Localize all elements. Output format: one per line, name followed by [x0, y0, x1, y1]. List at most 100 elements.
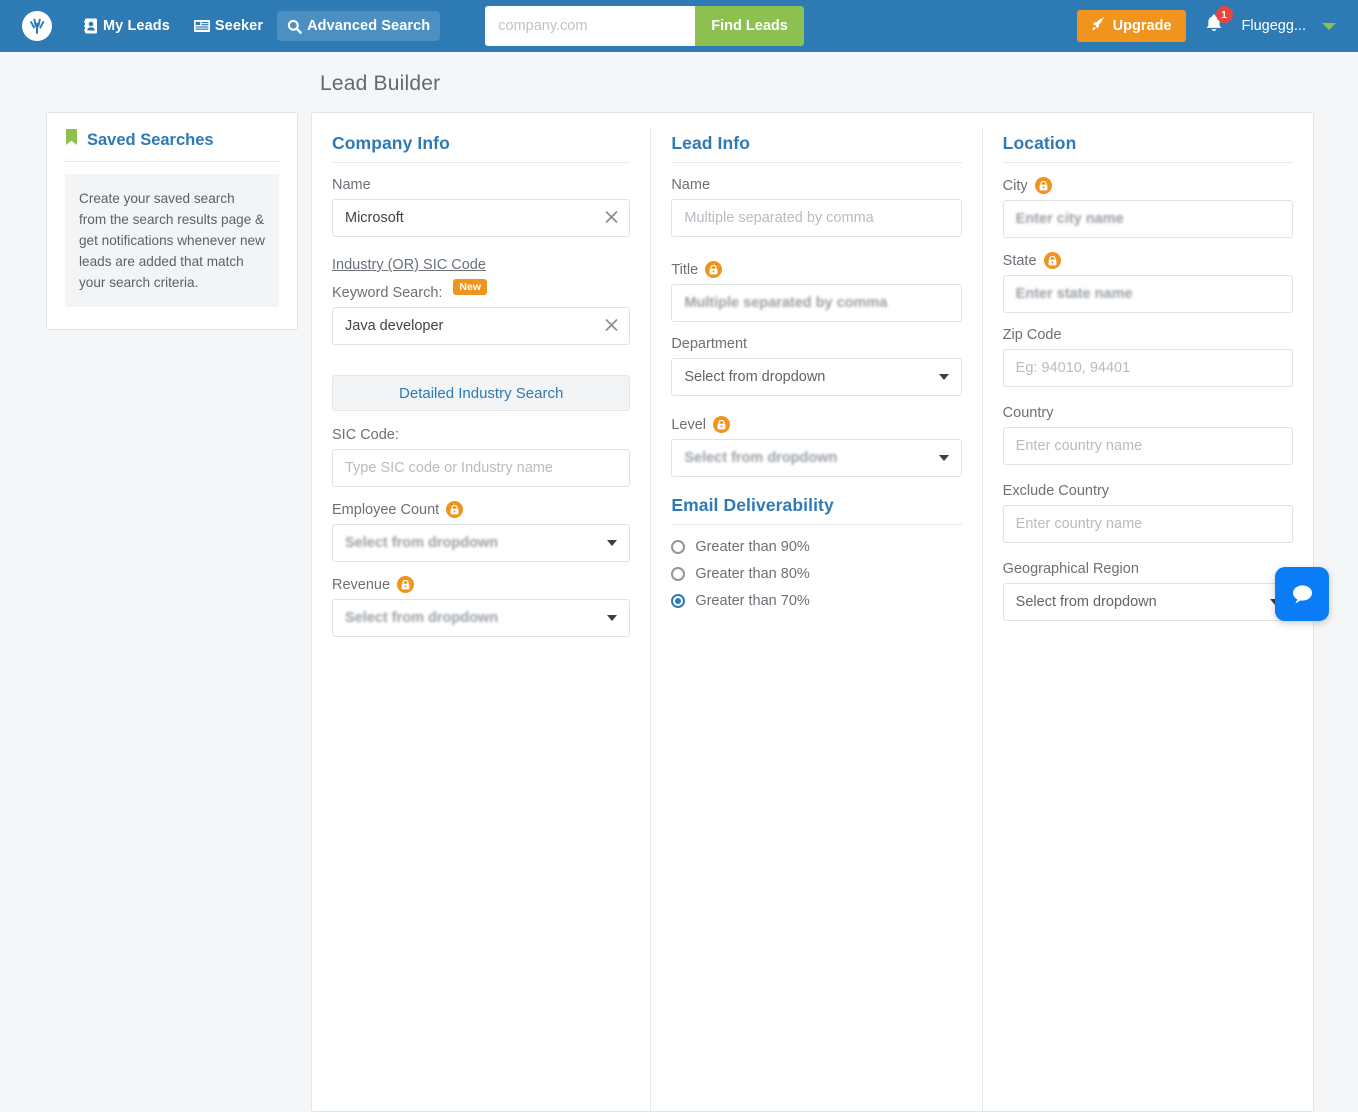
page-title: Lead Builder [320, 72, 441, 95]
revenue-label-row: Revenue [332, 576, 630, 593]
geographical-region-label: Geographical Region [1002, 561, 1139, 577]
employee-count-label-row: Employee Count [332, 501, 630, 518]
country-label: Country [1002, 405, 1054, 421]
upgrade-button[interactable]: Upgrade [1076, 10, 1186, 42]
primary-nav-links: My Leads Seeker Advanced Search [74, 11, 441, 41]
level-field: Level Select from dropdown [671, 416, 962, 477]
app-logo[interactable] [22, 11, 52, 41]
radio-icon [671, 540, 686, 554]
industry-sic-code-link[interactable]: Industry (OR) SIC Code [332, 257, 630, 273]
rocket-icon [1091, 16, 1106, 36]
saved-searches-header: Saved Searches [65, 129, 279, 162]
radio-option-90[interactable]: Greater than 90% [671, 539, 961, 555]
city-input[interactable]: Enter city name [1002, 200, 1294, 238]
email-deliverability-radio-group: Greater than 90% Greater than 80% Greate… [671, 539, 961, 609]
company-name-input[interactable] [332, 199, 631, 237]
department-field: Department Select from dropdown [671, 336, 962, 396]
exclude-country-input[interactable] [1002, 505, 1294, 543]
lead-title-field: Title Multiple separated by comma [671, 261, 962, 322]
user-menu-name[interactable]: Flugegg... [1242, 18, 1307, 34]
revenue-value: Select from dropdown [345, 610, 499, 626]
keyword-search-close-icon[interactable] [605, 318, 618, 335]
department-label: Department [671, 336, 748, 352]
lead-title-placeholder: Multiple separated by comma [684, 295, 888, 311]
company-name-field: Name [332, 177, 631, 237]
nav-item-seeker[interactable]: Seeker [184, 11, 273, 41]
city-field: City Enter city name [1002, 177, 1294, 238]
keyword-search-field: Keyword Search: New [332, 279, 631, 345]
top-navigation-bar: My Leads Seeker Advanced Search Find Lea… [0, 0, 1358, 52]
radio-option-70[interactable]: Greater than 70% [671, 593, 961, 609]
company-info-title: Company Info [332, 133, 631, 163]
lead-name-field: Name [671, 177, 962, 237]
detailed-industry-search-button[interactable]: Detailed Industry Search [332, 375, 631, 411]
nav-item-advanced-search[interactable]: Advanced Search [277, 11, 441, 41]
employee-count-field: Employee Count Select from dropdown [332, 501, 631, 562]
location-column: Location City Enter city name State Ente… [983, 127, 1313, 1111]
upgrade-label: Upgrade [1112, 18, 1172, 34]
nav-item-my-leads[interactable]: My Leads [74, 11, 180, 41]
revenue-dropdown[interactable]: Select from dropdown [332, 599, 631, 637]
saved-searches-description: Create your saved search from the search… [65, 174, 279, 308]
lead-name-label: Name [671, 177, 711, 193]
company-name-label: Name [332, 177, 371, 193]
lock-icon [713, 416, 730, 433]
radio-option-80-label: Greater than 80% [695, 566, 810, 582]
radio-option-70-label: Greater than 70% [695, 593, 810, 609]
lead-name-input[interactable] [671, 199, 962, 237]
lead-info-column: Lead Info Name Title Multiple separated … [651, 127, 983, 1111]
geographical-region-dropdown[interactable]: Select from dropdown [1002, 583, 1294, 621]
state-placeholder: Enter state name [1015, 286, 1133, 302]
page-content: Saved Searches Create your saved search … [0, 96, 1358, 1112]
chat-bubble-icon [1292, 584, 1312, 604]
radio-icon-selected [671, 594, 686, 608]
lead-builder-form: Company Info Name Industry (OR) SIC Code… [311, 112, 1314, 1112]
nav-right-group: Upgrade 1 Flugegg... [1076, 6, 1342, 42]
zip-code-label: Zip Code [1002, 327, 1062, 343]
company-info-column: Company Info Name Industry (OR) SIC Code… [312, 127, 652, 1111]
email-deliverability-title: Email Deliverability [671, 495, 962, 525]
level-value: Select from dropdown [684, 450, 838, 466]
state-field: State Enter state name [1002, 252, 1294, 313]
zip-code-input[interactable] [1002, 349, 1294, 387]
employee-count-value: Select from dropdown [345, 535, 499, 551]
leadiq-sprout-logo-icon [30, 18, 45, 34]
search-icon [287, 19, 302, 34]
zip-code-field: Zip Code [1002, 327, 1294, 387]
geographical-region-field: Geographical Region Select from dropdown [1002, 561, 1294, 621]
nav-item-my-leads-label: My Leads [103, 18, 170, 34]
domain-search-group: Find Leads [485, 6, 804, 46]
bookmark-icon [65, 129, 78, 151]
exclude-country-label: Exclude Country [1002, 483, 1110, 499]
country-field: Country [1002, 405, 1294, 465]
sic-code-label: SIC Code: [332, 427, 399, 443]
location-title: Location [1002, 133, 1294, 163]
state-input[interactable]: Enter state name [1002, 275, 1294, 313]
notification-count-badge: 1 [1215, 6, 1233, 23]
department-dropdown[interactable]: Select from dropdown [671, 358, 962, 396]
nav-item-seeker-label: Seeker [214, 18, 264, 34]
level-dropdown[interactable]: Select from dropdown [671, 439, 962, 477]
lead-title-label-row: Title [671, 261, 961, 278]
company-name-close-icon[interactable] [605, 210, 618, 227]
employee-count-dropdown[interactable]: Select from dropdown [332, 524, 631, 562]
sic-code-input[interactable] [332, 449, 631, 487]
chevron-down-icon[interactable] [1322, 22, 1336, 30]
geographical-region-value: Select from dropdown [1015, 594, 1157, 610]
address-book-icon [84, 18, 98, 34]
sic-code-field: SIC Code: [332, 427, 631, 487]
radio-option-80[interactable]: Greater than 80% [671, 566, 961, 582]
new-badge: New [453, 279, 488, 295]
list-cards-icon [193, 19, 210, 33]
keyword-search-input[interactable] [332, 307, 631, 345]
domain-search-input[interactable] [485, 6, 696, 46]
lead-title-label: Title [671, 261, 699, 278]
notifications-button[interactable]: 1 [1202, 6, 1233, 41]
city-label-row: City [1003, 177, 1293, 194]
country-input[interactable] [1002, 427, 1294, 465]
lead-title-input[interactable]: Multiple separated by comma [671, 284, 962, 322]
level-label: Level [671, 416, 706, 433]
state-label: State [1002, 252, 1037, 269]
find-leads-button[interactable]: Find Leads [695, 6, 804, 46]
chat-widget-button[interactable] [1275, 567, 1329, 621]
